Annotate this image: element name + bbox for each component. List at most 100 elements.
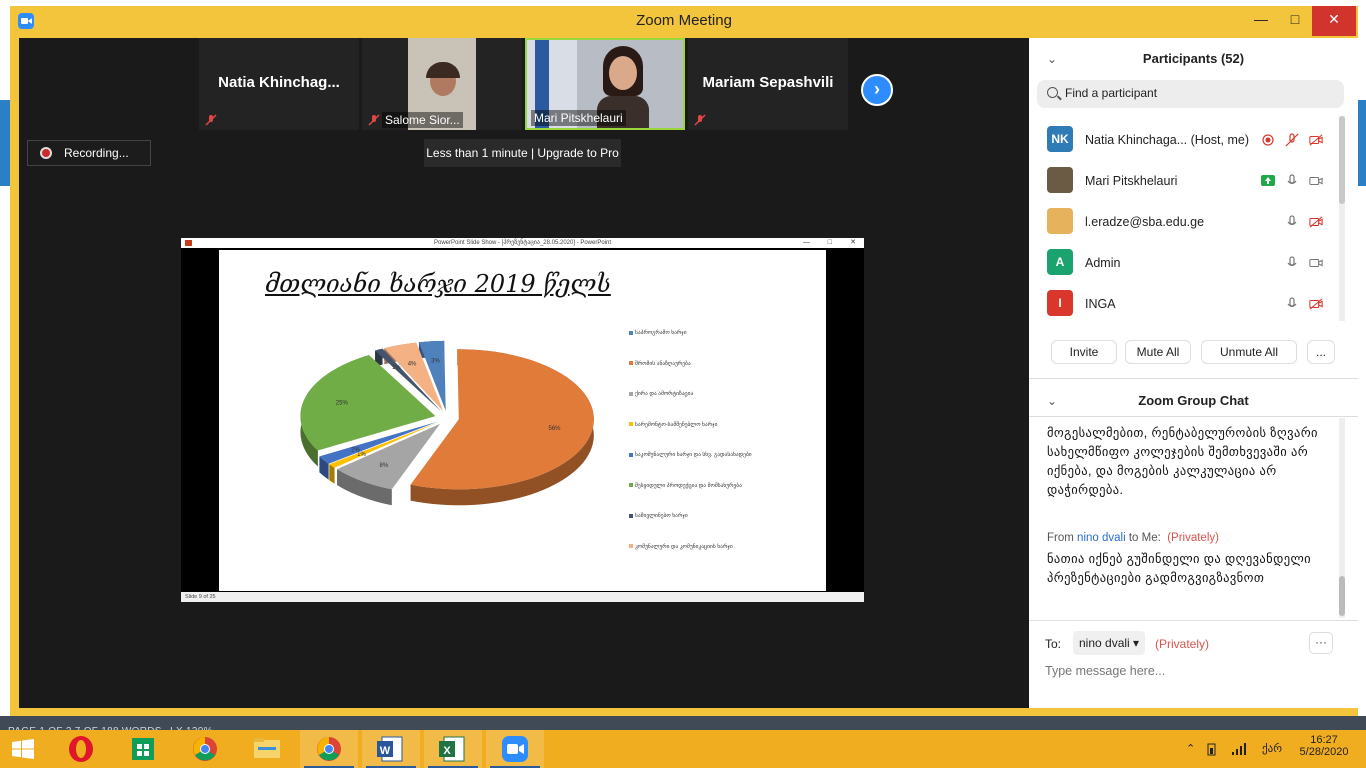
chrome-taskbar-icon[interactable] [300, 730, 358, 768]
video-tile[interactable]: Natia Khinchag... [199, 38, 359, 130]
mic-icon[interactable] [1285, 174, 1299, 188]
pie-chart: 3%56%8%1%2%25%1%4% [300, 340, 594, 506]
video-off-icon[interactable] [1309, 215, 1323, 229]
chat-scrollbar[interactable] [1339, 418, 1345, 618]
battery-icon[interactable] [1206, 741, 1222, 757]
participant-name: Natia Khinchag... [218, 74, 340, 91]
excel-taskbar-icon[interactable]: X [424, 730, 482, 768]
active-speaker-tile[interactable]: Mari Pitskhelauri [525, 38, 685, 130]
participants-scrollbar[interactable] [1339, 116, 1345, 321]
video-off-icon[interactable] [1309, 133, 1323, 147]
legend-item: საპროგრამო ხარჯი [629, 330, 687, 336]
recipient-select[interactable]: nino dvali ▾ [1073, 631, 1146, 655]
mic-icon[interactable] [1285, 297, 1299, 311]
chat-sender-line: From nino dvali to Me: (Privately) [1047, 532, 1219, 544]
chat-header: Zoom Group Chat [1138, 393, 1249, 408]
message-input[interactable] [1045, 664, 1335, 678]
more-options-button[interactable]: ... [1307, 340, 1335, 364]
mic-icon[interactable] [1285, 215, 1299, 229]
participant-name: Admin [1085, 256, 1121, 270]
participant-search[interactable] [1037, 80, 1344, 108]
participant-row[interactable]: A Admin [1029, 243, 1339, 283]
private-tag: (Privately) [1155, 637, 1210, 651]
legend-swatch [629, 513, 633, 518]
next-page-button[interactable]: › [861, 74, 893, 106]
svg-text:W: W [380, 745, 391, 757]
legend-item: ქირა და ამორტიზაცია [629, 391, 693, 397]
search-input[interactable] [1065, 86, 1325, 100]
shared-screen: PowerPoint Slide Show - [პრეზენტაცია_28.… [181, 238, 864, 602]
chat-more-button[interactable]: ··· [1309, 632, 1333, 654]
language-indicator[interactable]: ქარ [1262, 742, 1282, 755]
pie-data-label: 8% [379, 463, 388, 469]
chat-message: მოგესალმებით, რენტაბელურობის ზღვარი სახე… [1047, 426, 1318, 497]
ppt-title-bar: PowerPoint Slide Show - [პრეზენტაცია_28.… [181, 238, 864, 248]
legend-label: ქირა და ამორტიზაცია [635, 391, 694, 397]
mic-icon[interactable] [1285, 256, 1299, 270]
show-hidden-icons[interactable]: ⌃ [1186, 742, 1195, 755]
section-divider [1029, 620, 1358, 621]
recording-label: Recording... [64, 146, 129, 160]
chrome-taskbar-icon[interactable] [176, 730, 234, 768]
to-label: To: [1045, 637, 1062, 651]
avatar: NK [1047, 126, 1073, 152]
zoom-taskbar-icon[interactable] [486, 730, 544, 768]
muted-mic-icon[interactable] [1285, 133, 1299, 147]
legend-item: საკომუნალური ხარჯი და სხვ. გადასახადები [629, 452, 752, 458]
video-tile[interactable]: Mariam Sepashvili [688, 38, 848, 130]
signal-icon[interactable] [1230, 741, 1246, 757]
pie-data-label: 2% [351, 447, 360, 453]
maximize-button[interactable]: □ [1278, 6, 1312, 36]
store-taskbar-icon[interactable] [114, 730, 172, 768]
participant-row[interactable]: l.eradze@sba.edu.ge [1029, 202, 1339, 242]
section-divider [1029, 416, 1358, 417]
legend-swatch [629, 452, 633, 457]
private-tag: (Privately) [1167, 532, 1219, 544]
recording-indicator[interactable]: Recording... [27, 140, 151, 166]
video-off-icon[interactable] [1309, 297, 1323, 311]
word-taskbar-icon[interactable]: W [362, 730, 420, 768]
close-button[interactable]: ✕ [1312, 6, 1356, 36]
pie-data-label: 25% [336, 401, 349, 407]
file-explorer-taskbar-icon[interactable] [238, 730, 296, 768]
title-bar[interactable]: Zoom Meeting — □ ✕ [10, 6, 1358, 36]
powerpoint-icon [185, 240, 192, 246]
participant-row[interactable]: Mari Pitskhelauri [1029, 161, 1339, 201]
window-title: Zoom Meeting [636, 12, 732, 29]
opera-taskbar-icon[interactable] [52, 730, 110, 768]
legend-swatch [629, 544, 633, 549]
pie-data-label: 1% [392, 365, 401, 371]
windows-start-icon[interactable] [12, 739, 34, 759]
video-icon[interactable] [1309, 174, 1323, 188]
participant-name: Mari Pitskhelauri [531, 110, 626, 126]
invite-button[interactable]: Invite [1051, 340, 1117, 364]
video-tile[interactable]: Salome Sior... [362, 38, 522, 130]
pie-data-label: 56% [548, 426, 561, 432]
sender-name[interactable]: nino dvali [1077, 532, 1126, 544]
legend-label: სარემონტო-სამშენებლო ხარჯი [635, 421, 718, 428]
legend-item: შესყიდული პროდუქცია და მომსახურება [629, 483, 742, 489]
participant-row[interactable]: I INGA [1029, 284, 1339, 324]
video-icon[interactable] [1309, 256, 1323, 270]
participant-name: INGA [1085, 297, 1116, 311]
participants-header: Participants (52) [1142, 51, 1245, 66]
upgrade-banner[interactable]: Less than 1 minute | Upgrade to Pro [424, 139, 621, 167]
legend-swatch [629, 483, 633, 488]
ppt-status-bar: Slide 9 of 25 [181, 592, 864, 602]
pie-data-label: 3% [431, 359, 440, 365]
mute-all-button[interactable]: Mute All [1125, 340, 1191, 364]
minimize-button[interactable]: — [1244, 6, 1278, 36]
avatar [1047, 167, 1073, 193]
ppt-close-icon: ✕ [850, 239, 856, 246]
legend-label: შესყიდული პროდუქცია და მომსახურება [635, 482, 742, 489]
unmute-all-button[interactable]: Unmute All [1201, 340, 1297, 364]
legend-item: სამივლინებო ხარჯი [629, 513, 688, 519]
clock[interactable]: 16:27 5/28/2020 [1296, 734, 1352, 758]
legend-label: სამივლინებო ხარჯი [635, 513, 688, 519]
muted-mic-icon [368, 114, 380, 126]
legend-label: კომუნალური და კომუნიკაციის ხარჯი [635, 543, 733, 550]
share-screen-icon [1261, 175, 1275, 186]
search-icon [1047, 87, 1058, 98]
legend-label: საკომუნალური ხარჯი და სხვ. გადასახადები [635, 452, 752, 458]
participant-row[interactable]: NK Natia Khinchaga... (Host, me) [1029, 120, 1339, 160]
